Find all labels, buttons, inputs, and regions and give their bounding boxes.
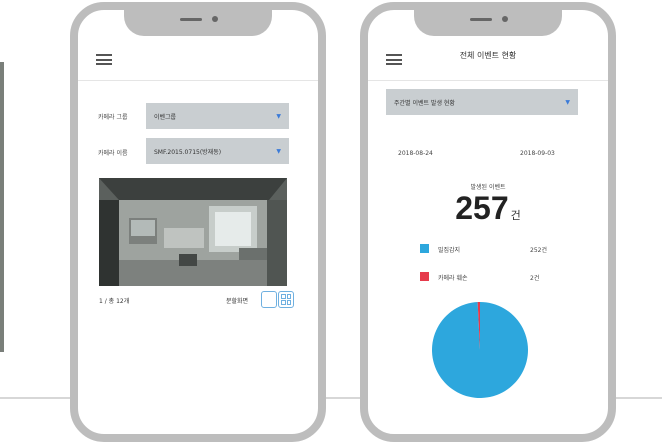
camera-name-label: 카메라 이름	[98, 150, 128, 157]
chevron-down-icon: ▼	[565, 98, 570, 106]
legend-swatch-crowd	[420, 244, 429, 253]
phone-camera-view: 카메라 그룹 이벤그룹 ▼ 카메라 이름 SMF.2015.0715(방재동) …	[70, 2, 326, 442]
total-count-unit: 건	[510, 210, 521, 222]
single-view-button[interactable]	[261, 291, 277, 308]
grid-icon	[279, 292, 293, 307]
speaker-icon	[470, 18, 492, 21]
event-pie-chart	[432, 302, 528, 398]
front-camera-icon	[502, 16, 508, 22]
hamburger-icon[interactable]	[96, 54, 112, 65]
total-count-number: 257	[455, 190, 509, 226]
front-camera-icon	[212, 16, 218, 22]
chevron-down-icon: ▼	[276, 147, 281, 155]
start-date: 2018-08-24	[398, 150, 433, 157]
end-date: 2018-09-03	[520, 150, 555, 157]
page-indicator: 1 / 총 12개	[99, 298, 130, 305]
camera-group-label: 카메라 그룹	[98, 114, 128, 121]
legend-swatch-tamper	[420, 272, 429, 281]
phone-notch	[414, 10, 562, 36]
legend-label-crowd: 밀집감지	[438, 247, 461, 254]
left-edge-decoration	[0, 62, 4, 352]
header-divider	[78, 80, 318, 81]
quad-view-button[interactable]	[278, 291, 294, 308]
camera-feed-image	[99, 178, 287, 286]
chevron-down-icon: ▼	[276, 112, 281, 120]
legend-label-tamper: 카메라 훼손	[438, 275, 468, 282]
camera-group-value: 이벤그룹	[154, 113, 177, 121]
header-divider	[368, 80, 608, 81]
phone-event-status: 전체 이벤트 현황 주간별 이벤트 발생 현황 ▼ 2018-08-24 201…	[360, 2, 616, 442]
legend-value-tamper: 2건	[530, 275, 540, 282]
speaker-icon	[180, 18, 202, 21]
split-view-label: 분할화면	[226, 298, 249, 305]
period-filter-select[interactable]: 주간별 이벤트 발생 현황 ▼	[386, 89, 578, 115]
camera-feed[interactable]	[99, 178, 287, 286]
period-filter-value: 주간별 이벤트 발생 현황	[394, 99, 455, 107]
total-event-count: 257 건	[368, 190, 608, 227]
camera-name-select[interactable]: SMF.2015.0715(방재동) ▼	[146, 138, 289, 164]
page-title: 전체 이벤트 현황	[459, 51, 517, 60]
legend-value-crowd: 252건	[530, 247, 547, 254]
camera-group-select[interactable]: 이벤그룹 ▼	[146, 103, 289, 129]
phone-notch	[124, 10, 272, 36]
camera-name-value: SMF.2015.0715(방재동)	[154, 148, 222, 156]
